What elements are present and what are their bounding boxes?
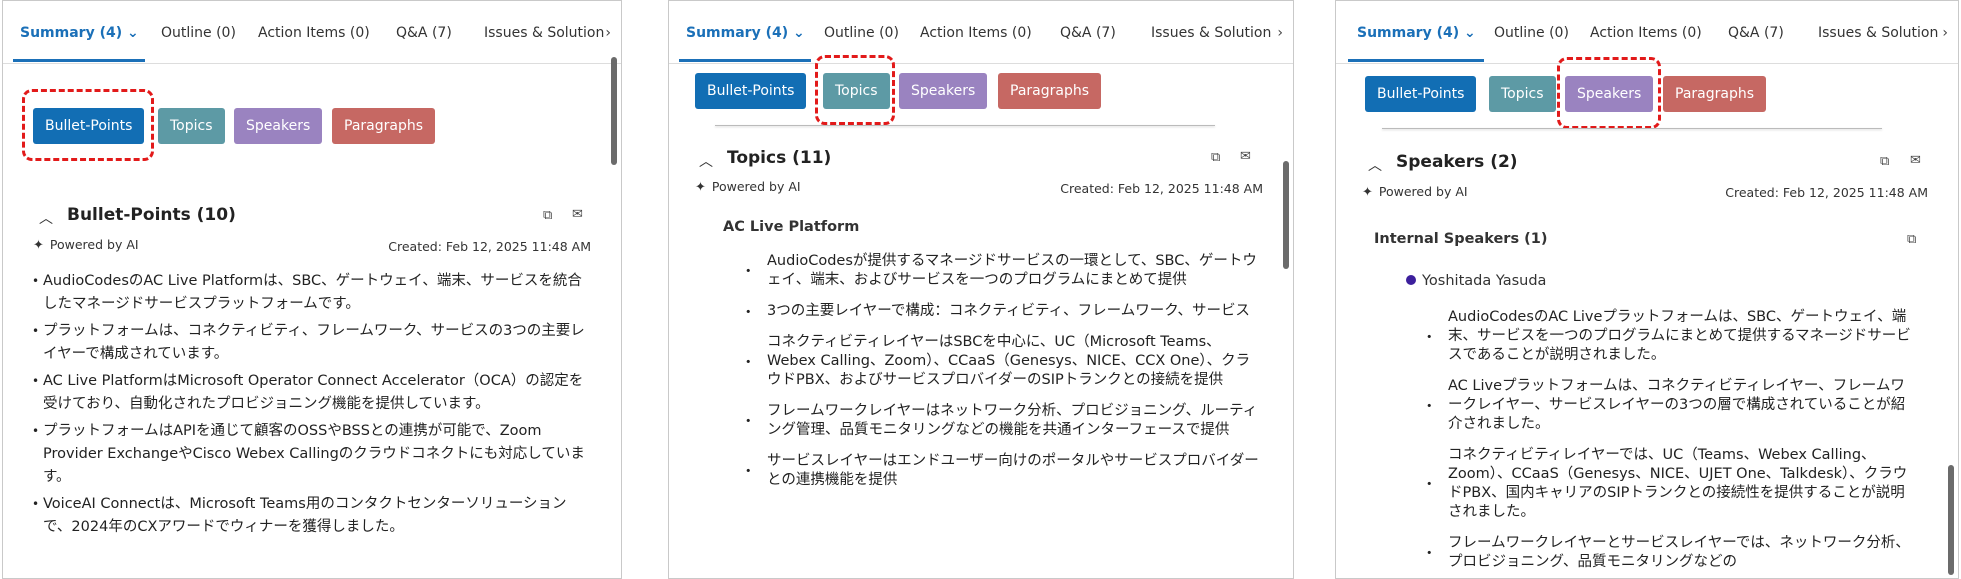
chevron-down-icon: ⌄ [1464, 25, 1476, 41]
section-title: Bullet-Points (10) [67, 205, 236, 225]
list-item: フレームワークレイヤーはネットワーク分析、プロビジョニング、ルーティング管理、品… [767, 402, 1263, 440]
list-item: フレームワークレイヤーとサービスレイヤーでは、ネットワーク分析、プロビジョニング… [1448, 534, 1918, 572]
speakers-button[interactable]: Speakers [899, 73, 988, 109]
paragraphs-button[interactable]: Paragraphs [1663, 76, 1767, 112]
chevron-up-icon[interactable]: ︿ [39, 208, 53, 228]
created-timestamp: Created: Feb 12, 2025 11:48 AM [388, 239, 591, 254]
email-icon[interactable]: ✉ [572, 207, 583, 222]
list-item: コネクティビティレイヤーでは、UC（Teams、Webex Calling、Zo… [1448, 446, 1918, 522]
tab-summary[interactable]: Summary (4) ⌄ [20, 25, 139, 41]
summary-panel-bullet-points: Summary (4) ⌄ Outline (0) Action Items (… [2, 0, 622, 579]
tab-summary[interactable]: Summary (4) ⌄ [1357, 25, 1476, 41]
section-title: Topics (11) [727, 148, 832, 168]
tab-issues-solution[interactable]: Issues & Solution [1151, 25, 1271, 41]
copy-icon[interactable]: ⧉ [1880, 154, 1889, 169]
scrollbar-thumb[interactable] [1283, 161, 1289, 269]
tab-action-items[interactable]: Action Items (0) [258, 25, 370, 41]
section-title: Speakers (2) [1396, 152, 1518, 172]
powered-by-ai: ✦ Powered by AI [1362, 184, 1468, 200]
copy-icon[interactable]: ⧉ [1211, 150, 1220, 165]
tab-summary[interactable]: Summary (4) ⌄ [686, 25, 805, 41]
divider [1382, 128, 1882, 129]
list-item: サービスレイヤーはエンドユーザー向けのポータルやサービスプロバイダーとの連携機能… [767, 452, 1263, 490]
bullet-points-button[interactable]: Bullet-Points [1365, 76, 1477, 112]
list-item: VoiceAI Connectは、Microsoft Teams用のコンタクトセ… [32, 493, 593, 539]
summary-panel-topics: Summary (4) ⌄ Outline (0) Action Items (… [668, 0, 1294, 579]
sparkle-icon: ✦ [33, 238, 44, 253]
tab-outline[interactable]: Outline (0) [161, 25, 236, 41]
list-item: AudioCodesが提供するマネージドサービスの一環として、SBC、ゲートウェ… [767, 252, 1263, 290]
chevron-up-icon[interactable]: ︿ [699, 151, 713, 171]
highlight-box [1557, 57, 1661, 129]
chevron-down-icon: ⌄ [793, 25, 805, 41]
highlight-box [22, 89, 154, 161]
list-item: プラットフォームはAPIを通じて顧客のOSSやBSSとの連携が可能で、Zoom … [32, 420, 593, 489]
speaker-name: Yoshitada Yasuda [1406, 273, 1546, 289]
speaker-summary-list: AudioCodesのAC Liveプラットフォームは、SBC、ゲートウェイ、端… [1448, 308, 1918, 578]
chevron-right-icon[interactable]: › [605, 25, 611, 41]
tab-active-indicator [13, 59, 145, 62]
tab-active-indicator [679, 59, 811, 62]
speakers-button[interactable]: Speakers [234, 108, 323, 144]
tab-bar: Summary (4) ⌄ Outline (0) Action Items (… [3, 1, 621, 64]
powered-by-ai: ✦ Powered by AI [33, 237, 139, 253]
tab-outline[interactable]: Outline (0) [824, 25, 899, 41]
tab-action-items[interactable]: Action Items (0) [920, 25, 1032, 41]
summary-panel-speakers: Summary (4) ⌄ Outline (0) Action Items (… [1335, 0, 1959, 579]
paragraphs-button[interactable]: Paragraphs [332, 108, 436, 144]
email-icon[interactable]: ✉ [1240, 149, 1251, 164]
tab-issues-solution[interactable]: Issues & Solution [1818, 25, 1938, 41]
chevron-right-icon[interactable]: › [1277, 25, 1283, 41]
tab-qa[interactable]: Q&A (7) [1728, 25, 1784, 41]
list-item: AC Live PlatformはMicrosoft Operator Conn… [32, 370, 593, 416]
topics-button[interactable]: Topics [1489, 76, 1556, 112]
list-item: プラットフォームは、コネクティビティ、フレームワーク、サービスの3つの主要レイヤ… [32, 320, 593, 366]
highlight-box [815, 55, 895, 125]
powered-by-ai: ✦ Powered by AI [695, 179, 801, 195]
list-item: 3つの主要レイヤーで構成：コネクティビティ、フレームワーク、サービス [767, 302, 1263, 321]
tab-action-items[interactable]: Action Items (0) [1590, 25, 1702, 41]
speaker-dot-icon [1406, 275, 1416, 285]
tab-bar: Summary (4) ⌄ Outline (0) Action Items (… [1336, 1, 1958, 64]
sparkle-icon: ✦ [1362, 185, 1373, 200]
created-timestamp: Created: Feb 12, 2025 11:48 AM [1060, 181, 1263, 196]
tab-outline[interactable]: Outline (0) [1494, 25, 1569, 41]
list-item: コネクティビティレイヤーはSBCを中心に、UC（Microsoft Teams、… [767, 333, 1263, 390]
list-item: AudioCodesのAC Liveプラットフォームは、SBC、ゲートウェイ、端… [1448, 308, 1918, 365]
tab-active-indicator [1348, 59, 1484, 62]
tab-bar: Summary (4) ⌄ Outline (0) Action Items (… [669, 1, 1293, 64]
tab-qa[interactable]: Q&A (7) [1060, 25, 1116, 41]
paragraphs-button[interactable]: Paragraphs [998, 73, 1102, 109]
tab-issues-solution[interactable]: Issues & Solution [484, 25, 604, 41]
sparkle-icon: ✦ [695, 180, 706, 195]
topic-list: AudioCodesが提供するマネージドサービスの一環として、SBC、ゲートウェ… [767, 252, 1263, 502]
list-item: AC Liveプラットフォームは、コネクティビティレイヤー、フレームワークレイヤ… [1448, 377, 1918, 434]
internal-speakers-heading: Internal Speakers (1) [1374, 231, 1548, 247]
list-item: AudioCodesのAC Live Platformは、SBC、ゲートウェイ、… [32, 270, 593, 316]
scrollbar-thumb[interactable] [611, 57, 617, 165]
topics-button[interactable]: Topics [158, 108, 225, 144]
chevron-right-icon[interactable]: › [1942, 25, 1948, 41]
copy-icon[interactable]: ⧉ [1907, 232, 1916, 247]
divider [715, 125, 1215, 126]
scrollbar-thumb[interactable] [1948, 465, 1954, 575]
copy-icon[interactable]: ⧉ [543, 208, 552, 223]
chevron-down-icon: ⌄ [127, 25, 139, 41]
email-icon[interactable]: ✉ [1910, 153, 1921, 168]
topic-heading: AC Live Platform [723, 219, 860, 235]
chevron-up-icon[interactable]: ︿ [1368, 155, 1382, 175]
bullet-points-button[interactable]: Bullet-Points [695, 73, 807, 109]
created-timestamp: Created: Feb 12, 2025 11:48 AM [1725, 185, 1928, 200]
bullet-list: AudioCodesのAC Live Platformは、SBC、ゲートウェイ、… [32, 270, 593, 543]
tab-qa[interactable]: Q&A (7) [396, 25, 452, 41]
